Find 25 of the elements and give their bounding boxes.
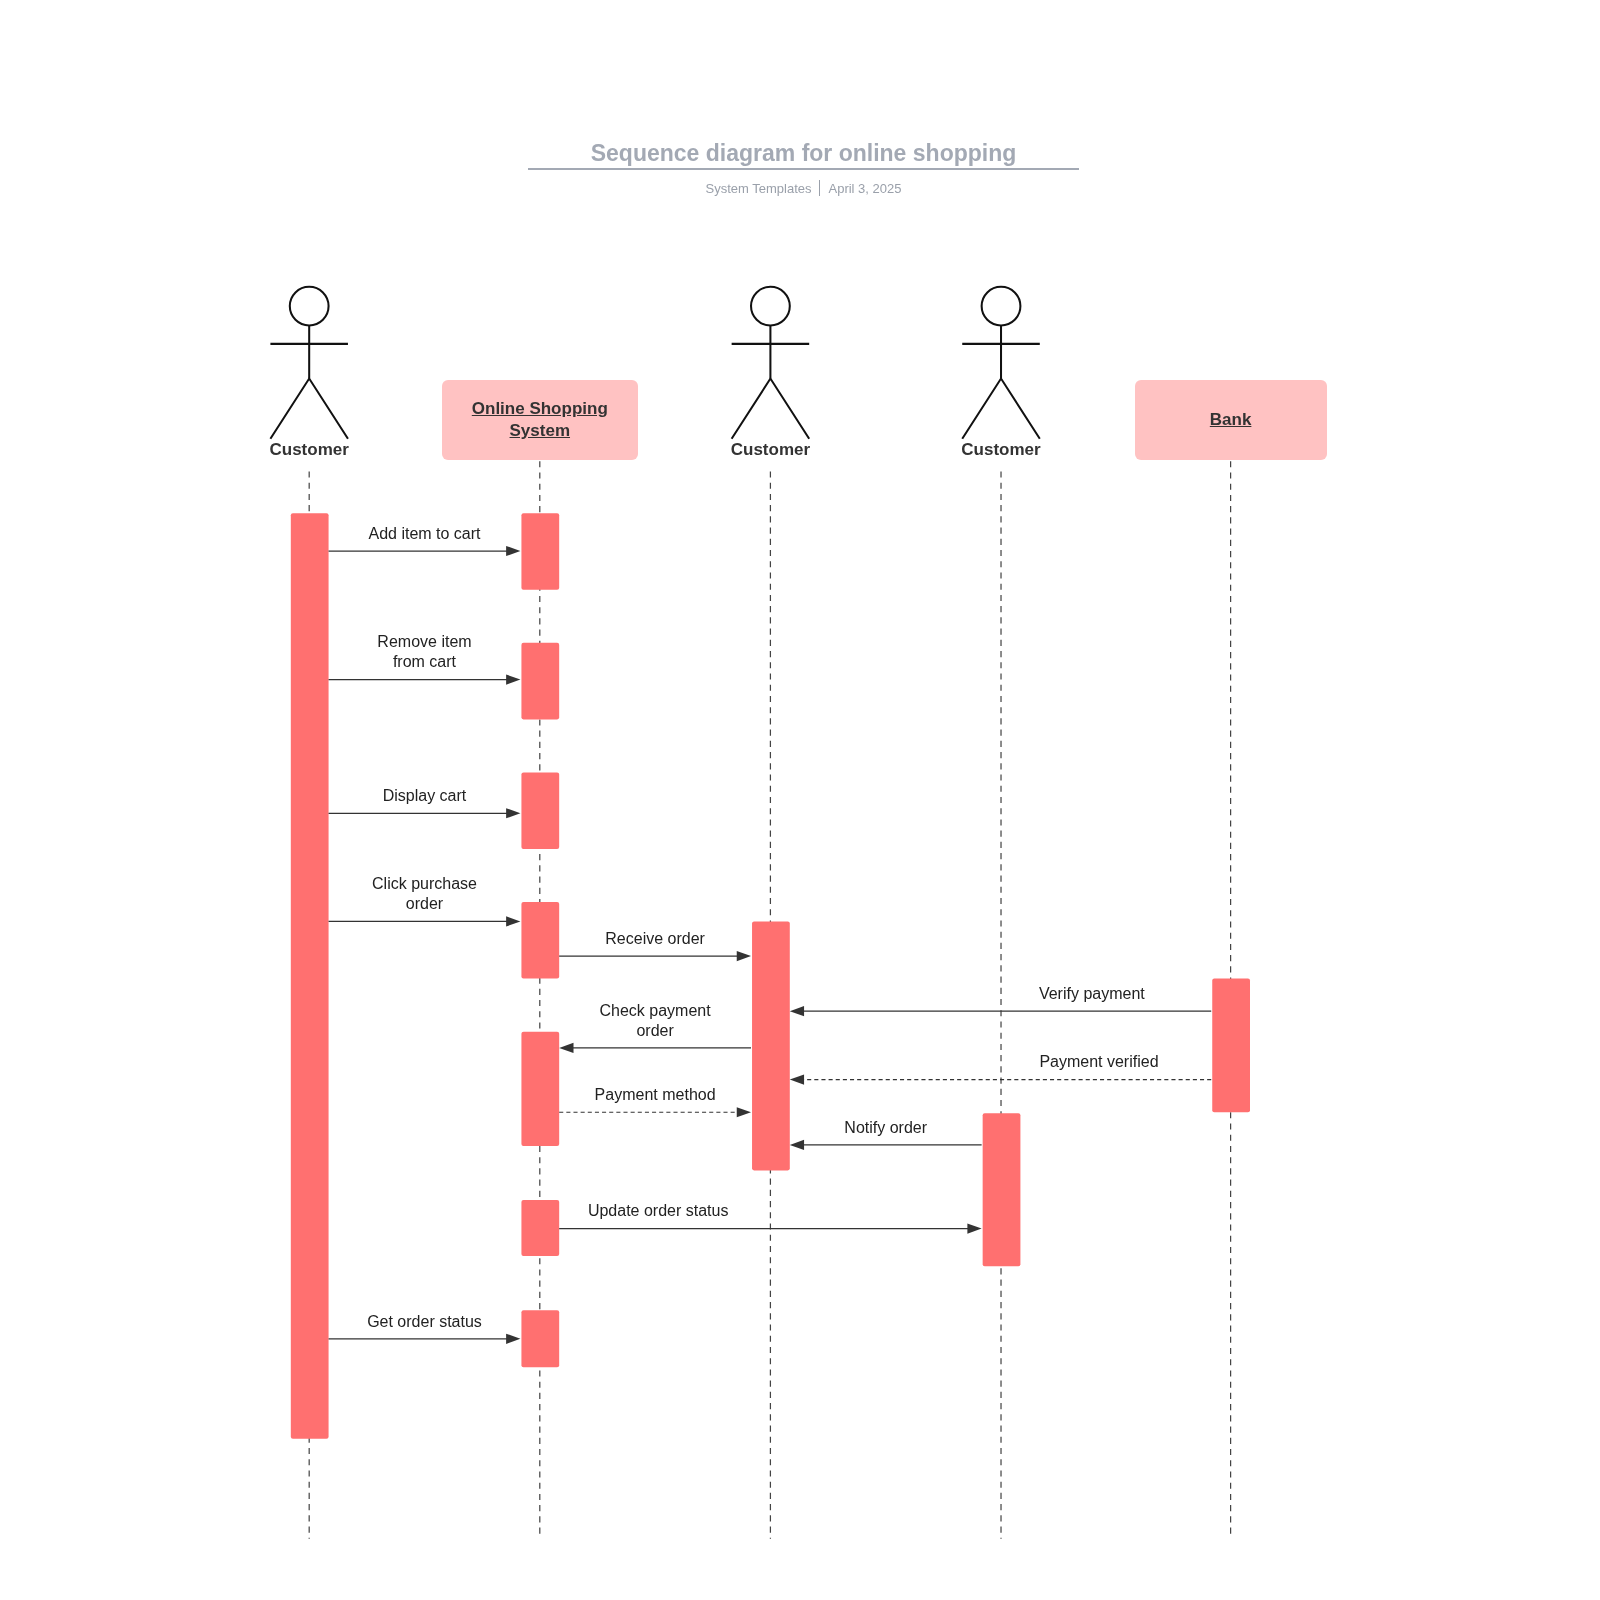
message-label: Verify payment xyxy=(1038,984,1145,1005)
actor-label: Customer xyxy=(730,439,811,460)
diagram-title: Sequence diagram for online shopping xyxy=(528,140,1079,170)
message-label: Add item to cart xyxy=(368,523,481,544)
message-label: Receive order xyxy=(605,928,705,949)
stick-figure-icon xyxy=(269,285,349,440)
actor-label: Customer xyxy=(961,439,1041,460)
template-source: System Templates xyxy=(705,180,812,196)
stick-figure-icon xyxy=(961,285,1041,440)
message-label: Payment verified xyxy=(1039,1052,1159,1073)
message-label: Check payment order xyxy=(598,1000,712,1041)
message-label: Get order status xyxy=(367,1311,482,1332)
message-label: Notify order xyxy=(844,1117,928,1138)
participant-box: Online Shopping System xyxy=(441,379,638,461)
message-label: Update order status xyxy=(587,1201,729,1222)
message-label: Display cart xyxy=(382,786,467,807)
stick-figure-icon xyxy=(730,285,811,440)
message-label: Remove item from cart xyxy=(376,632,473,673)
actor-label: Customer xyxy=(269,439,349,460)
activation-bar xyxy=(521,1310,560,1368)
diagram-date: April 3, 2025 xyxy=(828,180,902,196)
message-label: Payment method xyxy=(594,1085,716,1106)
activation-bar xyxy=(521,1200,560,1257)
participant-box: Bank xyxy=(1134,379,1327,461)
message-label: Click purchase order xyxy=(371,874,478,915)
